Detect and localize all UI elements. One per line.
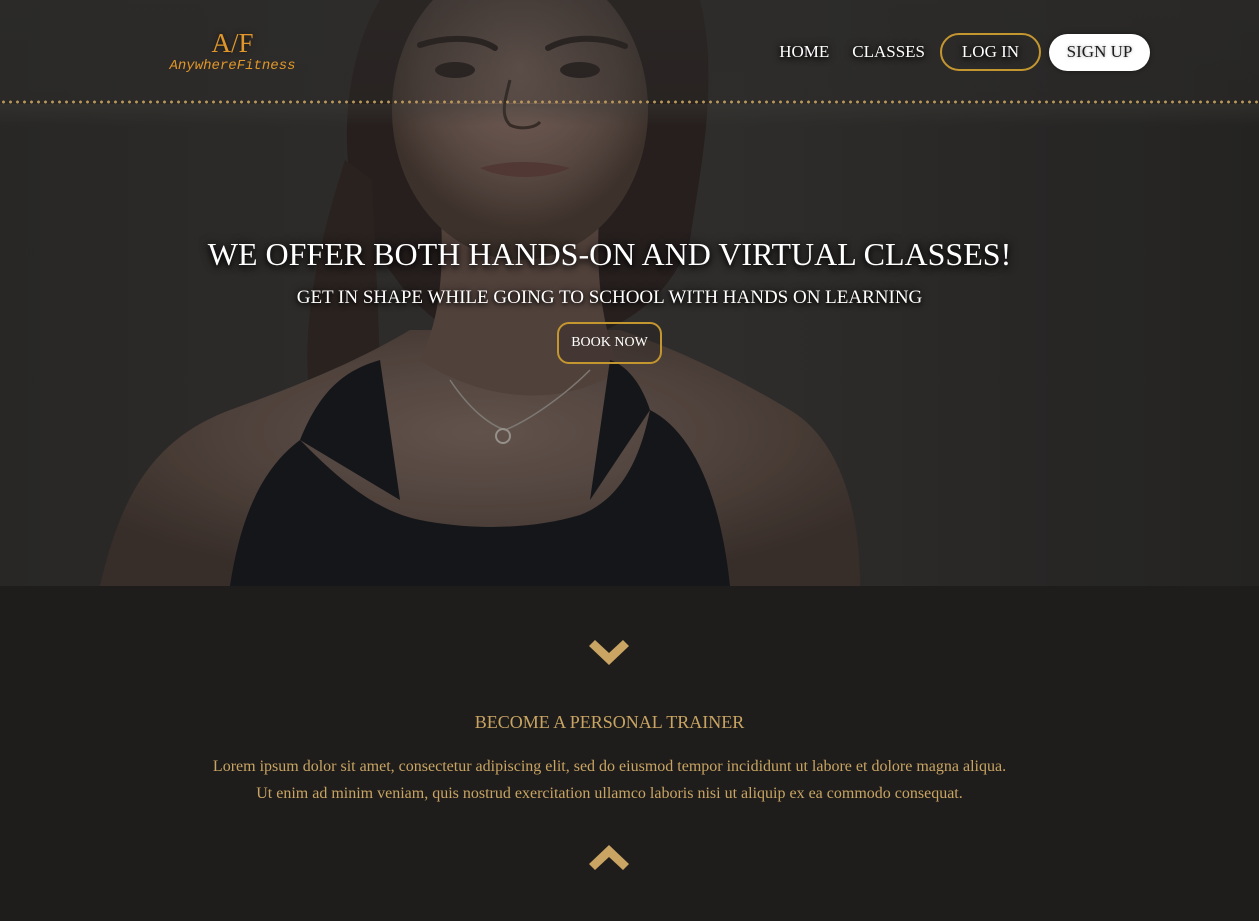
signup-button[interactable]: SIGN UP — [1049, 33, 1150, 71]
chevron-down-icon[interactable] — [589, 640, 629, 668]
logo-mark: A/F — [211, 28, 254, 58]
book-now-button[interactable]: BOOK NOW — [557, 322, 662, 364]
site-header: A/F AnywhereFitness HOME CLASSES LOG IN … — [0, 0, 1259, 103]
hero-subtitle: GET IN SHAPE WHILE GOING TO SCHOOL WITH … — [296, 287, 923, 308]
trainer-section: BECOME A PERSONAL TRAINER Lorem ipsum do… — [0, 586, 1259, 921]
chevron-up-icon[interactable] — [589, 843, 629, 871]
hero-title: WE OFFER BOTH HANDS-ON AND VIRTUAL CLASS… — [207, 236, 1012, 272]
main-nav: HOME CLASSES LOG IN SIGN UP — [779, 33, 1150, 71]
logo-wordmark: AnywhereFitness — [169, 58, 296, 74]
login-button[interactable]: LOG IN — [940, 33, 1041, 71]
header-shadow — [0, 104, 1259, 126]
section-body-line-2: Ut enim ad minim veniam, quis nostrud ex… — [256, 785, 963, 802]
nav-classes-link[interactable]: CLASSES — [852, 42, 925, 62]
section-title: BECOME A PERSONAL TRAINER — [474, 712, 745, 732]
nav-home-link[interactable]: HOME — [779, 42, 829, 62]
site-logo[interactable]: A/F AnywhereFitness — [160, 30, 305, 75]
section-body: Lorem ipsum dolor sit amet, consectetur … — [0, 753, 1219, 807]
section-body-line-1: Lorem ipsum dolor sit amet, consectetur … — [212, 758, 1007, 775]
